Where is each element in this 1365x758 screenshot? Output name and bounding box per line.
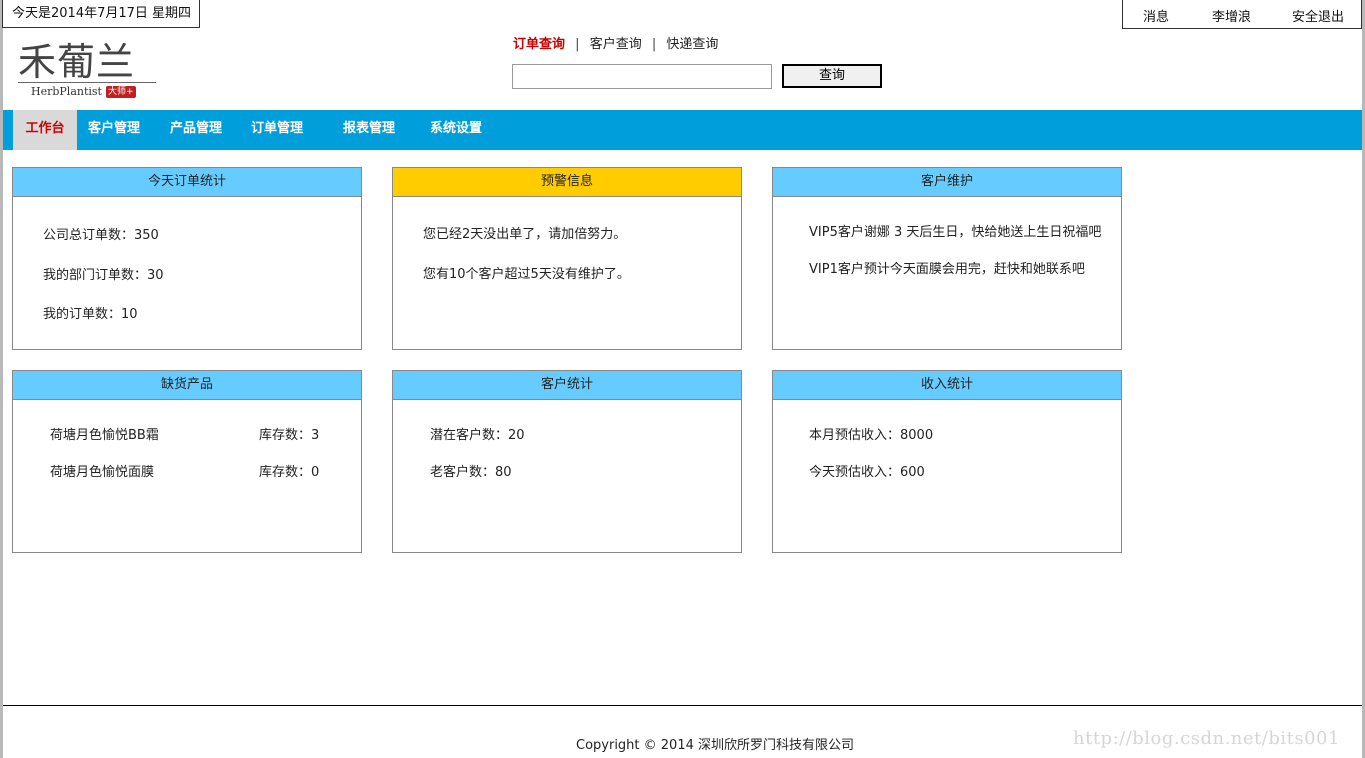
- stat-my-orders: 我的订单数：10: [43, 307, 138, 322]
- brand-logo[interactable]: 禾葡兰 HerbPlantist 大师+: [18, 42, 163, 102]
- panel-title: 客户统计: [393, 371, 741, 400]
- panel-title: 预警信息: [393, 168, 741, 197]
- stat-existing-customers: 老客户数：80: [430, 465, 512, 480]
- nav-item-reports[interactable]: 报表管理: [337, 110, 401, 150]
- panel-out-of-stock: 缺货产品 荷塘月色愉悦BB霜 库存数：3 荷塘月色愉悦面膜 库存数：0: [12, 370, 362, 553]
- panel-title: 今天订单统计: [13, 168, 361, 197]
- nav-item-customers[interactable]: 客户管理: [82, 110, 146, 150]
- panel-today-orders: 今天订单统计 公司总订单数：350 我的部门订单数：30 我的订单数：10: [12, 167, 362, 350]
- alert-message: 您有10个客户超过5天没有维护了。: [423, 267, 630, 282]
- panel-income-stats: 收入统计 本月预估收入：8000 今天预估收入：600: [772, 370, 1122, 553]
- care-reminder[interactable]: VIP1客户预计今天面膜会用完，赶快和她联系吧: [809, 258, 1085, 277]
- tab-express-query[interactable]: 快递查询: [666, 37, 718, 52]
- current-date: 今天是2014年7月17日 星期四: [2, 0, 200, 28]
- panel-title: 客户维护: [773, 168, 1121, 197]
- tab-separator: |: [651, 37, 657, 52]
- search-input[interactable]: [512, 64, 772, 89]
- search-button[interactable]: 查询: [782, 64, 882, 88]
- logo-divider: [18, 82, 156, 83]
- logo-chinese-text: 禾葡兰: [18, 40, 136, 84]
- tab-order-query[interactable]: 订单查询: [513, 37, 565, 52]
- tab-customer-query[interactable]: 客户查询: [590, 37, 642, 52]
- panel-alerts: 预警信息 您已经2天没出单了，请加倍努力。 您有10个客户超过5天没有维护了。: [392, 167, 742, 350]
- logo-badge: 大师+: [106, 86, 136, 98]
- stat-daily-income: 今天预估收入：600: [809, 465, 925, 480]
- product-name[interactable]: 荷塘月色愉悦面膜: [50, 461, 154, 480]
- logout-link[interactable]: 安全退出: [1292, 6, 1344, 25]
- footer-copyright: Copyright © 2014 深圳欣所罗门科技有限公司: [576, 738, 855, 753]
- product-name[interactable]: 荷塘月色愉悦BB霜: [50, 424, 159, 443]
- product-stock: 库存数：3: [259, 428, 320, 443]
- nav-item-settings[interactable]: 系统设置: [424, 110, 488, 150]
- stat-department-orders: 我的部门订单数：30: [43, 268, 164, 283]
- main-nav-bar: 工作台 客户管理 产品管理 订单管理 报表管理 系统设置: [3, 110, 1362, 150]
- user-name-link[interactable]: 李增浪: [1212, 6, 1251, 25]
- stat-potential-customers: 潜在客户数：20: [430, 428, 525, 443]
- nav-item-products[interactable]: 产品管理: [164, 110, 228, 150]
- stat-monthly-income: 本月预估收入：8000: [809, 428, 934, 443]
- product-stock: 库存数：0: [259, 465, 320, 480]
- top-user-bar: 消息 李增浪 安全退出: [1122, 0, 1362, 29]
- stat-company-orders: 公司总订单数：350: [43, 228, 159, 243]
- footer-divider: [3, 705, 1362, 706]
- nav-item-workbench[interactable]: 工作台: [13, 110, 77, 150]
- logo-english-text: HerbPlantist: [31, 85, 102, 98]
- panel-customer-stats: 客户统计 潜在客户数：20 老客户数：80: [392, 370, 742, 553]
- panel-customer-care: 客户维护 VIP5客户谢娜 3 天后生日，快给她送上生日祝福吧 VIP1客户预计…: [772, 167, 1122, 350]
- messages-link[interactable]: 消息: [1143, 6, 1169, 25]
- alert-message: 您已经2天没出单了，请加倍努力。: [423, 227, 627, 242]
- watermark-url: http://blog.csdn.net/bits001: [1073, 728, 1340, 749]
- panel-title: 收入统计: [773, 371, 1121, 400]
- tab-separator: |: [575, 37, 580, 52]
- nav-item-orders[interactable]: 订单管理: [245, 110, 309, 150]
- query-type-tabs: 订单查询 | 客户查询 | 快递查询: [513, 33, 718, 52]
- panel-title: 缺货产品: [13, 371, 361, 400]
- care-reminder[interactable]: VIP5客户谢娜 3 天后生日，快给她送上生日祝福吧: [809, 221, 1101, 240]
